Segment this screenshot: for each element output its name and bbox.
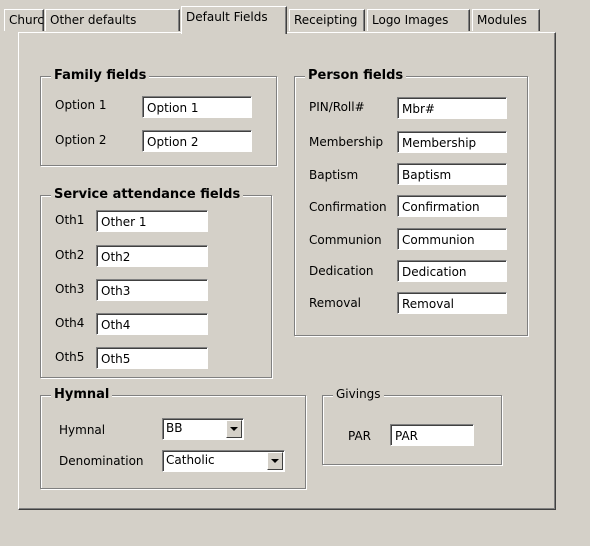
oth5-label: Oth5	[55, 350, 85, 364]
chevron-down-icon	[271, 459, 279, 463]
dedication-input[interactable]	[397, 260, 507, 282]
tab-modules-label: Modules	[477, 13, 527, 27]
baptism-input[interactable]	[397, 163, 507, 185]
tab-default-fields[interactable]: Default Fields	[181, 6, 287, 34]
confirmation-input[interactable]	[397, 195, 507, 217]
communion-input[interactable]	[397, 228, 507, 250]
option1-input[interactable]	[142, 96, 252, 118]
oth1-input[interactable]	[96, 210, 208, 232]
givings-title: Givings	[333, 387, 384, 401]
hymnal-select[interactable]: BB	[162, 418, 244, 440]
tab-logo-images-label: Logo Images	[372, 13, 449, 27]
tab-receipting[interactable]: Receipting	[289, 9, 365, 31]
oth2-input[interactable]	[96, 245, 208, 267]
tab-modules[interactable]: Modules	[472, 9, 540, 31]
membership-input[interactable]	[397, 131, 507, 153]
oth4-input[interactable]	[96, 313, 208, 335]
oth4-label: Oth4	[55, 316, 85, 330]
tab-logo-images[interactable]: Logo Images	[367, 9, 470, 31]
hymnal-dropdown-button[interactable]	[226, 420, 242, 438]
service-attendance-title: Service attendance fields	[51, 187, 244, 202]
family-fields-group: Family fields	[40, 68, 277, 166]
option1-label: Option 1	[55, 98, 107, 112]
communion-label: Communion	[309, 233, 382, 247]
baptism-label: Baptism	[309, 168, 359, 182]
denomination-label: Denomination	[59, 454, 144, 468]
pin-roll-label: PIN/Roll#	[309, 100, 365, 114]
denomination-select[interactable]: Catholic	[162, 450, 285, 472]
confirmation-label: Confirmation	[309, 200, 387, 214]
oth3-input[interactable]	[96, 279, 208, 301]
membership-label: Membership	[309, 135, 384, 149]
par-input[interactable]	[390, 424, 474, 446]
family-fields-title: Family fields	[51, 68, 150, 83]
option2-input[interactable]	[142, 130, 252, 152]
pin-roll-input[interactable]	[397, 97, 507, 119]
denomination-dropdown-button[interactable]	[267, 452, 283, 470]
person-fields-title: Person fields	[305, 68, 407, 83]
oth2-label: Oth2	[55, 248, 85, 262]
removal-input[interactable]	[397, 292, 507, 314]
tab-receipting-label: Receipting	[294, 13, 358, 27]
tab-other-defaults[interactable]: Other defaults	[45, 9, 180, 31]
tab-other-defaults-label: Other defaults	[50, 13, 137, 27]
hymnal-group: Hymnal	[40, 387, 306, 489]
par-label: PAR	[348, 429, 372, 443]
removal-label: Removal	[309, 296, 362, 310]
hymnal-label: Hymnal	[59, 423, 106, 437]
denomination-select-value: Catholic	[166, 453, 215, 467]
option2-label: Option 2	[55, 133, 107, 147]
chevron-down-icon	[230, 427, 238, 431]
tab-church[interactable]: Church	[4, 9, 51, 31]
oth5-input[interactable]	[96, 347, 208, 369]
tab-default-fields-label: Default Fields	[186, 10, 268, 24]
hymnal-title: Hymnal	[51, 387, 113, 402]
oth1-label: Oth1	[55, 213, 85, 227]
oth3-label: Oth3	[55, 282, 85, 296]
hymnal-select-value: BB	[166, 421, 183, 435]
dedication-label: Dedication	[309, 264, 374, 278]
